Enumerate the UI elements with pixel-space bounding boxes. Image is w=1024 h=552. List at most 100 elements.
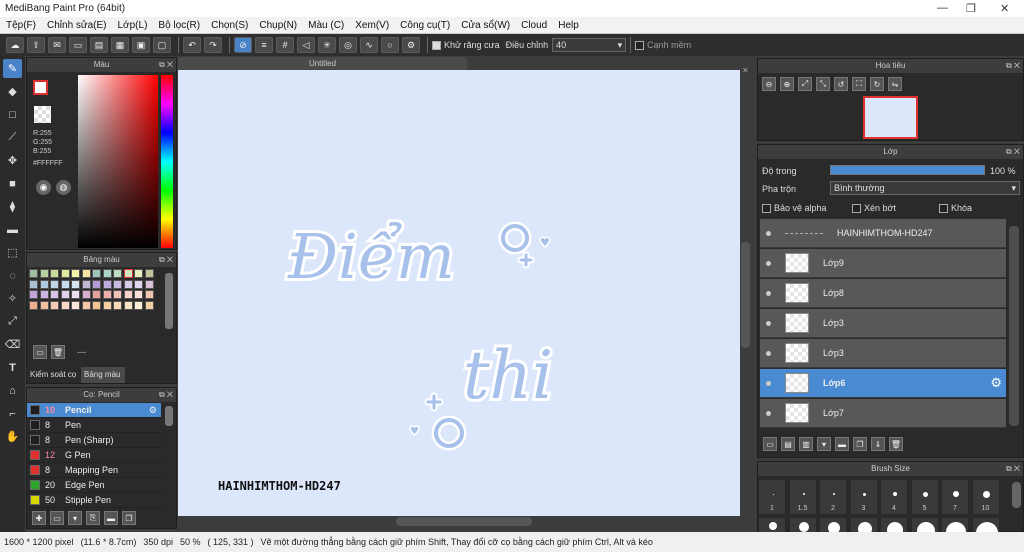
palette-swatch[interactable] <box>81 269 91 278</box>
protect-alpha-option[interactable]: Bảo vệ alpha <box>762 203 827 214</box>
transparent-color-swatch[interactable] <box>34 106 51 123</box>
delete-layer-icon[interactable]: 🗑 <box>889 437 903 451</box>
maximize-button[interactable]: ❐ <box>966 2 976 15</box>
panel-close-icon[interactable]: ⧉ ✕ <box>159 388 173 402</box>
canvas[interactable]: Điểm thi ♥ ♥ HAINHIMTHOM-HD247 <box>178 70 740 516</box>
palette-swatch[interactable] <box>92 290 101 299</box>
brush-item[interactable]: 8 Pen <box>27 418 161 433</box>
brush-size-cell[interactable] <box>910 517 939 533</box>
tab-brush-control[interactable]: Kiểm soát cọ <box>27 367 81 383</box>
snap-settings-icon[interactable]: ⚙ <box>402 37 420 53</box>
blend-select[interactable]: Bình thường ▾ <box>830 181 1020 195</box>
lasso-tool-icon[interactable]: ◌ <box>3 266 22 285</box>
menu-window[interactable]: Cửa sổ(W) <box>461 20 510 31</box>
palette-swatch[interactable] <box>144 290 154 299</box>
palette-swatch[interactable] <box>60 290 70 299</box>
brush-folder-icon[interactable]: ▬ <box>104 511 118 525</box>
palette-swatch[interactable] <box>50 290 59 299</box>
share-icon[interactable]: ⇪ <box>27 37 45 53</box>
select-pen-tool-icon[interactable]: ⤢ <box>3 312 22 331</box>
primary-color-swatch[interactable] <box>33 80 48 95</box>
fit-window-icon[interactable]: ⛶ <box>852 77 866 91</box>
brush-size-cell[interactable] <box>849 517 878 533</box>
palette-swatch[interactable] <box>92 279 101 289</box>
add-brush-icon[interactable]: ✚ <box>32 511 46 525</box>
visibility-icon[interactable] <box>766 410 771 416</box>
palette-swatch[interactable] <box>92 300 101 310</box>
undo-icon[interactable]: ↶ <box>183 37 201 53</box>
document-tab[interactable]: Untitled <box>178 57 467 70</box>
new-halftone-layer-icon[interactable]: ▥ <box>799 437 813 451</box>
brush-duplicate-icon[interactable]: ❐ <box>122 511 136 525</box>
palette-swatch[interactable] <box>134 290 143 299</box>
panel-close-icon[interactable]: ⧉ ✕ <box>1006 462 1020 476</box>
brush-size-cell[interactable] <box>788 517 817 533</box>
layer-menu-icon[interactable]: ▾ <box>817 437 831 451</box>
menu-edit[interactable]: Chỉnh sửa(E) <box>47 20 107 31</box>
layer-row[interactable]: HAINHIMTHOM-HD247 <box>760 219 1006 248</box>
snap-off-icon[interactable]: ⊘ <box>234 37 252 53</box>
shape-tool-icon[interactable]: □ <box>3 105 22 124</box>
tab-palette[interactable]: Bảng màu <box>81 367 125 383</box>
hand-tool-icon[interactable]: ✋ <box>3 427 22 446</box>
palette-swatch[interactable] <box>102 279 112 289</box>
palette-swatch[interactable] <box>123 269 133 278</box>
protect-alpha-checkbox[interactable] <box>762 204 771 214</box>
antialias-checkbox[interactable] <box>432 40 441 50</box>
palette-swatch[interactable] <box>39 269 49 278</box>
palette-swatch[interactable] <box>50 279 59 289</box>
palette-swatch[interactable] <box>92 269 101 278</box>
palette-swatch[interactable] <box>60 269 70 278</box>
layer-row[interactable]: Lớp9 <box>760 249 1006 278</box>
palette-swatch[interactable] <box>81 300 91 310</box>
menu-cloud[interactable]: Cloud <box>521 20 547 31</box>
visibility-icon[interactable] <box>766 350 771 356</box>
brush-size-cell[interactable] <box>941 517 969 533</box>
brush-item[interactable]: 10 Pencil ⚙ <box>27 403 161 418</box>
panel-close-icon[interactable]: ⧉ ✕ <box>1006 145 1020 159</box>
brush-item[interactable]: 12 G Pen <box>27 448 161 463</box>
palette-swatch[interactable] <box>123 300 133 310</box>
duplicate-layer-icon[interactable]: ❐ <box>853 437 867 451</box>
canvas-horizontal-scrollbar[interactable] <box>396 517 532 526</box>
brush-item[interactable]: 8 Mapping Pen <box>27 463 161 478</box>
cross-snap-icon[interactable]: # <box>276 37 294 53</box>
brush-size-cell[interactable]: 5 <box>910 479 939 515</box>
save-icon[interactable]: ▢ <box>153 37 171 53</box>
palette-swatch[interactable] <box>144 279 154 289</box>
new-layer-icon[interactable]: ▭ <box>763 437 777 451</box>
palette-swatch[interactable] <box>39 279 49 289</box>
vanishing-snap-icon[interactable]: ◁ <box>297 37 315 53</box>
fit-icon[interactable]: ⤢ <box>798 77 812 91</box>
navigator-preview[interactable] <box>863 96 918 139</box>
brush-size-cell[interactable]: 4 <box>880 479 908 515</box>
rotate-left-icon[interactable]: ↺ <box>834 77 848 91</box>
menu-color[interactable]: Màu (C) <box>308 20 344 31</box>
new-brush-icon[interactable]: ▭ <box>50 511 64 525</box>
palette-swatch[interactable] <box>113 290 122 299</box>
canvas-area[interactable]: Điểm thi ♥ ♥ HAINHIMTHOM-HD247 <box>178 70 740 516</box>
visibility-icon[interactable] <box>766 230 771 236</box>
palette-swatch[interactable] <box>71 269 80 278</box>
redo-icon[interactable]: ↷ <box>204 37 222 53</box>
clipping-checkbox[interactable] <box>852 204 861 214</box>
palette-swatch[interactable] <box>134 300 143 310</box>
divide-tool-icon[interactable]: ⌂ <box>3 381 22 400</box>
brush-size-cell[interactable]: 10 <box>971 479 1000 515</box>
palette-swatch[interactable] <box>71 300 80 310</box>
panel-close-icon[interactable]: ⧉ ✕ <box>159 58 173 72</box>
palette-swatch[interactable] <box>123 290 133 299</box>
soft-edge-checkbox[interactable] <box>635 40 645 50</box>
merge-layer-icon[interactable]: ⇓ <box>871 437 885 451</box>
zoom-in-icon[interactable]: ⊕ <box>780 77 794 91</box>
menu-snap[interactable]: Chụp(N) <box>259 20 297 31</box>
fill-rect-tool-icon[interactable]: ■ <box>3 174 22 193</box>
visibility-icon[interactable] <box>766 290 771 296</box>
magic-wand-tool-icon[interactable]: ✧ <box>3 289 22 308</box>
palette-swatch[interactable] <box>134 269 143 278</box>
palette-swatch[interactable] <box>29 279 38 289</box>
document-close-icon[interactable]: ✕ <box>742 66 749 75</box>
layer-row[interactable]: Lớp8 <box>760 279 1006 308</box>
visibility-icon[interactable] <box>766 260 771 266</box>
zoom-out-icon[interactable]: ⊖ <box>762 77 776 91</box>
